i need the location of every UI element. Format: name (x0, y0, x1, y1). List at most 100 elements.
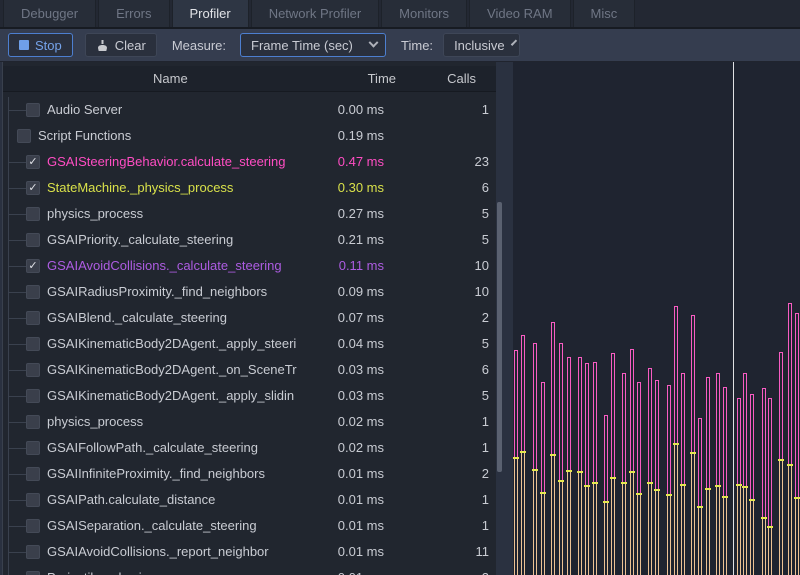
row-checkbox[interactable] (26, 441, 40, 455)
row-name: GSAIPath.calculate_distance (47, 487, 215, 513)
table-row[interactable]: GSAISeparation._calculate_steering0.01 m… (3, 513, 496, 539)
row-checkbox[interactable] (26, 415, 40, 429)
graph-bar-tan (533, 470, 537, 575)
graph-bar-pink (622, 373, 626, 483)
graph-tick-yellow (666, 494, 672, 496)
row-checkbox[interactable] (26, 363, 40, 377)
graph-tick-yellow (705, 488, 711, 490)
graph-bar-pink (768, 398, 772, 527)
graph-bar-pink (743, 373, 747, 487)
graph-tick-yellow (584, 485, 590, 487)
tree-branch-line (8, 552, 26, 553)
graph-bar-tan (698, 507, 702, 575)
row-time: 0.01 ms (338, 487, 384, 513)
time-select[interactable]: Inclusive (443, 33, 520, 57)
table-row[interactable]: ✓GSAISteeringBehavior.calculate_steering… (3, 149, 496, 175)
graph-bar-pink (779, 352, 783, 460)
row-name: GSAIKinematicBody2DAgent._apply_steeri (47, 331, 296, 357)
tab-errors[interactable]: Errors (98, 0, 169, 27)
tab-network-profiler[interactable]: Network Profiler (251, 0, 379, 27)
row-checkbox-checked[interactable]: ✓ (26, 155, 40, 169)
table-scrollbar-thumb[interactable] (497, 202, 502, 472)
row-time: 0.01 ms (338, 539, 384, 565)
stop-button[interactable]: Stop (8, 33, 73, 57)
row-checkbox[interactable] (26, 571, 40, 575)
table-row[interactable]: GSAIInfiniteProximity._find_neighbors0.0… (3, 461, 496, 487)
table-row[interactable]: GSAIKinematicBody2DAgent._apply_steeri0.… (3, 331, 496, 357)
graph-bar-pink (698, 418, 702, 507)
table-header: Name Time Calls (3, 66, 496, 92)
graph-bar-pink (611, 353, 615, 478)
table-row[interactable]: ✓GSAIAvoidCollisions._calculate_steering… (3, 253, 496, 279)
row-checkbox[interactable] (26, 311, 40, 325)
graph-bar-pink (578, 357, 582, 472)
tree-branch-line (8, 344, 26, 345)
row-checkbox[interactable] (26, 285, 40, 299)
row-checkbox-checked[interactable]: ✓ (26, 259, 40, 273)
row-calls: 6 (482, 357, 489, 383)
table-row[interactable]: Projectile._physics_process0.01 ms2 (3, 565, 496, 575)
current-frame-cursor[interactable] (733, 62, 734, 575)
tree-branch-line (8, 214, 26, 215)
table-row[interactable]: Audio Server0.00 ms1 (3, 97, 496, 123)
tree-branch-line (8, 292, 26, 293)
tab-profiler[interactable]: Profiler (172, 0, 249, 27)
tree-branch-line (8, 188, 26, 189)
time-label: Time: (401, 38, 433, 53)
graph-tick-yellow (621, 482, 627, 484)
row-checkbox[interactable] (26, 467, 40, 481)
graph-bar-tan (768, 527, 772, 575)
graph-bar-pink (762, 388, 766, 518)
table-row[interactable]: GSAIBlend._calculate_steering0.07 ms2 (3, 305, 496, 331)
row-time: 0.21 ms (338, 227, 384, 253)
graph-bar-pink (667, 385, 671, 495)
table-row[interactable]: GSAIAvoidCollisions._report_neighbor0.01… (3, 539, 496, 565)
measure-select-value: Frame Time (sec) (251, 38, 353, 53)
table-row[interactable]: physics_process0.27 ms5 (3, 201, 496, 227)
row-checkbox[interactable] (26, 207, 40, 221)
row-checkbox[interactable] (26, 493, 40, 507)
row-checkbox[interactable] (26, 103, 40, 117)
frame-time-graph[interactable] (513, 62, 800, 575)
graph-bar-pink (737, 398, 741, 485)
graph-tick-yellow (592, 482, 598, 484)
graph-bar-pink (585, 363, 589, 486)
graph-bar-tan (674, 444, 678, 575)
row-checkbox[interactable] (26, 545, 40, 559)
row-checkbox[interactable] (17, 129, 31, 143)
tab-video-ram[interactable]: Video RAM (469, 0, 571, 27)
row-name: GSAIKinematicBody2DAgent._apply_slidin (47, 383, 294, 409)
table-row[interactable]: GSAIKinematicBody2DAgent._on_SceneTr0.03… (3, 357, 496, 383)
graph-bar-tan (604, 502, 608, 575)
graph-bar-pink (655, 380, 659, 490)
table-row[interactable]: Script Functions0.19 ms (3, 123, 496, 149)
row-checkbox-checked[interactable]: ✓ (26, 181, 40, 195)
row-time: 0.47 ms (338, 149, 384, 175)
row-calls: 5 (482, 331, 489, 357)
table-row[interactable]: GSAIKinematicBody2DAgent._apply_slidin0.… (3, 383, 496, 409)
column-header-time: Time (368, 66, 396, 91)
table-row[interactable]: ✓StateMachine._physics_process0.30 ms6 (3, 175, 496, 201)
graph-bar-pink (630, 349, 634, 472)
graph-bar-pink (716, 373, 720, 486)
row-time: 0.19 ms (338, 123, 384, 149)
table-row[interactable]: GSAIPath.calculate_distance0.01 ms1 (3, 487, 496, 513)
measure-select[interactable]: Frame Time (sec) (240, 33, 386, 57)
table-row[interactable]: GSAIRadiusProximity._find_neighbors0.09 … (3, 279, 496, 305)
row-time: 0.01 ms (338, 513, 384, 539)
row-checkbox[interactable] (26, 519, 40, 533)
clear-button[interactable]: Clear (85, 33, 157, 57)
row-calls: 2 (482, 461, 489, 487)
row-checkbox[interactable] (26, 233, 40, 247)
row-calls: 1 (482, 513, 489, 539)
tab-monitors[interactable]: Monitors (381, 0, 467, 27)
table-row[interactable]: GSAIPriority._calculate_steering0.21 ms5 (3, 227, 496, 253)
row-checkbox[interactable] (26, 337, 40, 351)
row-calls: 5 (482, 383, 489, 409)
table-row[interactable]: GSAIFollowPath._calculate_steering0.02 m… (3, 435, 496, 461)
tab-debugger[interactable]: Debugger (3, 0, 96, 27)
row-checkbox[interactable] (26, 389, 40, 403)
graph-tick-yellow (520, 451, 526, 453)
tab-misc[interactable]: Misc (573, 0, 636, 27)
table-row[interactable]: physics_process0.02 ms1 (3, 409, 496, 435)
